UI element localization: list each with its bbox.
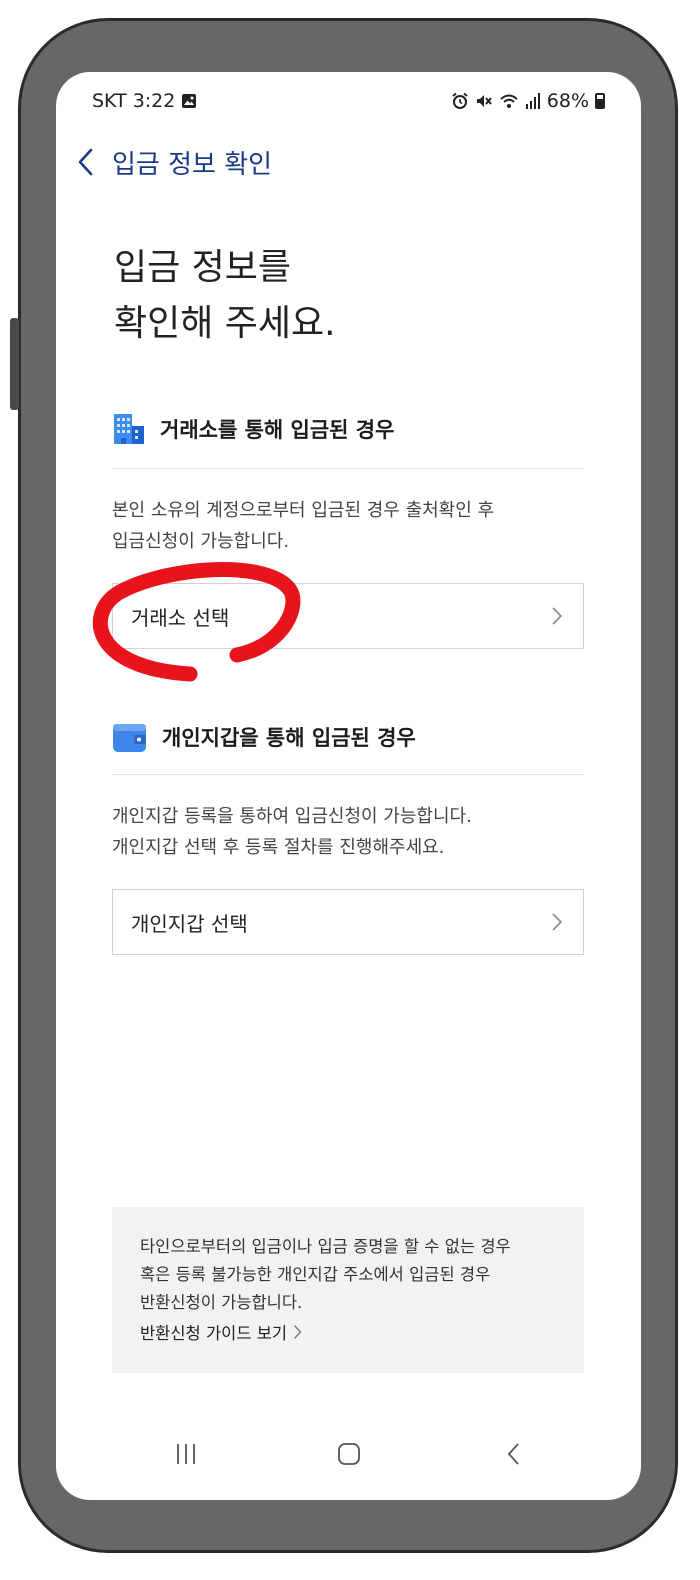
- exchange-select-label: 거래소 선택: [131, 605, 230, 630]
- recent-apps-button[interactable]: [174, 1442, 198, 1470]
- notice-line2: 혹은 등록 불가능한 개인지갑 주소에서 입금된 경우: [140, 1265, 491, 1284]
- wallet-heading-text: 개인지갑을 통해 입금된 경우: [162, 726, 416, 750]
- home-button[interactable]: [337, 1442, 361, 1470]
- page-title-line1: 입금 정보를: [114, 247, 292, 288]
- chevron-right-small-icon: [294, 1325, 302, 1339]
- return-guide-link-text: 반환신청 가이드 보기: [140, 1324, 288, 1343]
- page-title-line2: 확인해 주세요.: [114, 303, 336, 344]
- wallet-section-heading: 개인지갑을 통해 입금된 경우: [112, 720, 416, 754]
- back-icon: [507, 1443, 519, 1465]
- carrier-time: SKT 3:22: [92, 90, 176, 112]
- wallet-select-button[interactable]: 개인지갑 선택: [112, 889, 584, 955]
- wallet-description: 개인지갑 등록을 통하여 입금신청이 가능합니다. 개인지갑 선택 후 등록 절…: [112, 801, 584, 863]
- status-bar: SKT 3:22 68%: [56, 72, 641, 130]
- exchange-section-heading: 거래소를 통해 입금된 경우: [112, 412, 394, 446]
- home-icon: [338, 1443, 360, 1465]
- header-title: 입금 정보 확인: [112, 149, 273, 180]
- back-chevron-icon[interactable]: [74, 147, 100, 177]
- wifi-icon: [500, 94, 518, 108]
- top-navigation: 입금 정보 확인: [74, 142, 272, 182]
- exchange-heading-text: 거래소를 통해 입금된 경우: [160, 418, 395, 442]
- chevron-right-icon: [552, 913, 563, 931]
- exchange-desc-line2: 입금신청이 가능합니다.: [112, 531, 290, 552]
- battery-percent: 68%: [546, 90, 589, 112]
- notice-line3: 반환신청이 가능합니다.: [140, 1293, 303, 1312]
- exchange-description: 본인 소유의 계정으로부터 입금된 경우 출처확인 후 입금신청이 가능합니다.: [112, 495, 584, 557]
- gallery-icon: [182, 94, 197, 108]
- phone-screen: SKT 3:22 68% 입금 정보 확인 입금 정보를 확인해 주세요. 거래…: [56, 72, 641, 1500]
- system-navigation-bar: [56, 1442, 641, 1482]
- return-notice-box: 타인으로부터의 입금이나 입금 증명을 할 수 없는 경우 혹은 등록 불가능한…: [112, 1207, 584, 1373]
- exchange-select-button[interactable]: 거래소 선택: [112, 583, 584, 649]
- signal-icon: [525, 93, 540, 109]
- wallet-desc-line2: 개인지갑 선택 후 등록 절차를 진행해주세요.: [112, 837, 445, 858]
- phone-side-button: [10, 318, 19, 410]
- chevron-right-icon: [552, 607, 563, 625]
- notice-line1: 타인으로부터의 입금이나 입금 증명을 할 수 없는 경우: [140, 1237, 511, 1256]
- back-button[interactable]: [502, 1442, 526, 1470]
- building-icon: [114, 414, 144, 444]
- page-title: 입금 정보를 확인해 주세요.: [114, 240, 336, 352]
- exchange-desc-line1: 본인 소유의 계정으로부터 입금된 경우 출처확인 후: [112, 500, 495, 521]
- wallet-desc-line1: 개인지갑 등록을 통하여 입금신청이 가능합니다.: [112, 806, 472, 827]
- wallet-select-label: 개인지갑 선택: [131, 911, 248, 936]
- wallet-divider: [112, 774, 584, 775]
- return-guide-link[interactable]: 반환신청 가이드 보기: [140, 1320, 556, 1344]
- alarm-icon: [452, 92, 468, 109]
- recent-apps-icon: [177, 1444, 195, 1464]
- mute-icon: [476, 95, 492, 107]
- battery-icon: [595, 93, 605, 109]
- exchange-divider: [112, 468, 584, 469]
- wallet-icon: [113, 724, 146, 752]
